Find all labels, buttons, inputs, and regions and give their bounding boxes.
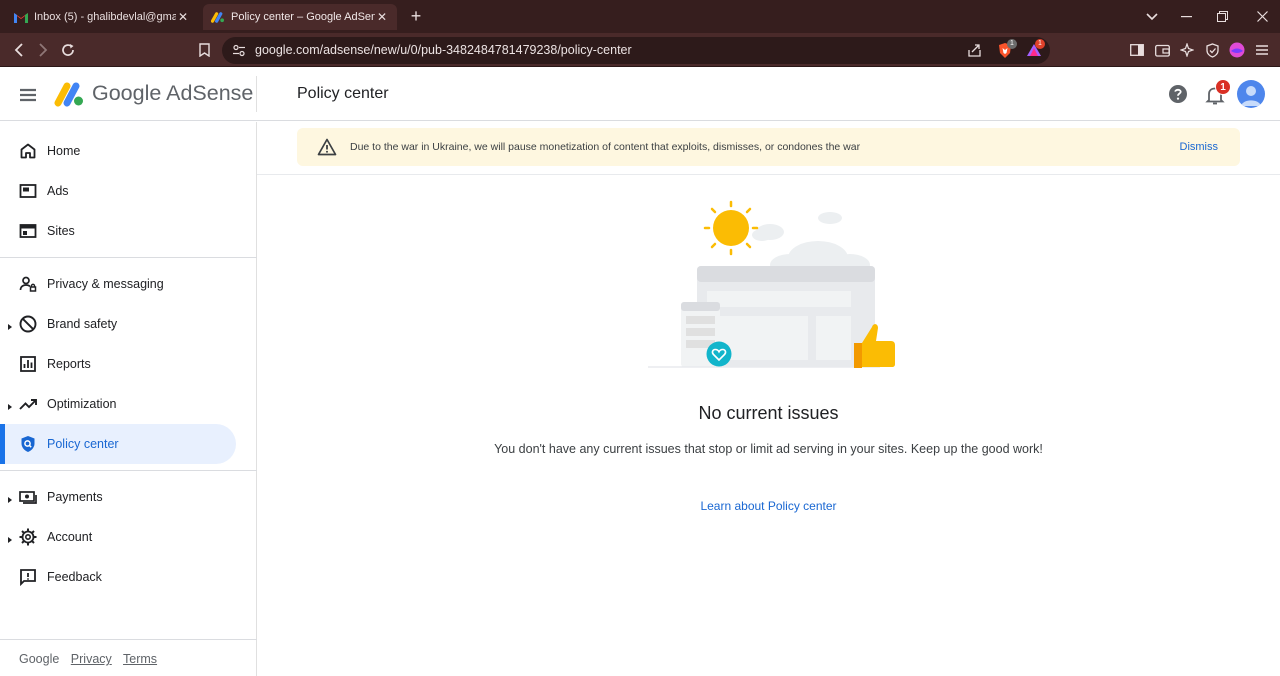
sidebar-item-reports[interactable]: Reports xyxy=(0,344,236,384)
brand-name: Google AdSense xyxy=(92,81,254,105)
tab-gmail[interactable]: Inbox (5) - ghalibdevlal@gmail.com ✕ xyxy=(6,4,198,30)
header-divider xyxy=(256,76,257,112)
vpn-shield-icon[interactable] xyxy=(1202,40,1222,60)
sidebar-item-policy-center[interactable]: Policy center xyxy=(0,424,236,464)
tab-title: Policy center – Google AdSense xyxy=(231,11,375,23)
sidebar-item-home[interactable]: Home xyxy=(0,131,236,171)
adsense-logo-icon xyxy=(211,10,225,24)
sidebar-item-label: Brand safety xyxy=(47,317,118,331)
empty-state-title: No current issues xyxy=(698,403,839,423)
no-issues-illustration xyxy=(640,195,910,375)
sidebar-divider xyxy=(0,470,257,471)
payments-icon xyxy=(18,487,38,507)
close-tab-icon[interactable]: ✕ xyxy=(375,10,389,24)
page-title: Policy center xyxy=(297,85,389,102)
notifications-badge: 1 xyxy=(1215,79,1231,95)
sidebar-item-label: Payments xyxy=(47,490,103,504)
main-menu-icon[interactable] xyxy=(17,84,39,106)
close-window-button[interactable] xyxy=(1244,0,1280,33)
back-icon[interactable] xyxy=(8,39,30,61)
banner-divider xyxy=(257,174,1280,175)
sidebar-footer: Google Privacy Terms xyxy=(19,652,165,666)
shield-icon xyxy=(18,434,38,454)
new-tab-button[interactable]: + xyxy=(406,6,426,26)
menu-icon[interactable] xyxy=(1252,40,1272,60)
sidebar-item-label: Policy center xyxy=(47,437,119,451)
sidebar-item-optimization[interactable]: Optimization xyxy=(0,384,236,424)
gmail-icon xyxy=(14,10,28,24)
home-icon xyxy=(18,141,38,161)
feedback-icon xyxy=(18,567,38,587)
sidebar-toggle-icon[interactable] xyxy=(1127,40,1147,60)
banner-message: Due to the war in Ukraine, we will pause… xyxy=(350,141,861,153)
ads-icon xyxy=(18,181,38,201)
sidebar-item-sites[interactable]: Sites xyxy=(0,211,236,251)
sidebar-divider xyxy=(0,257,257,258)
sidebar-item-label: Home xyxy=(47,144,81,158)
bookmark-icon[interactable] xyxy=(193,39,215,61)
reports-icon xyxy=(18,354,38,374)
sidebar-item-label: Sites xyxy=(47,224,75,238)
sites-icon xyxy=(18,221,38,241)
trending-icon xyxy=(18,394,38,414)
browser-toolbar: google.com/adsense/new/u/0/pub-348248478… xyxy=(0,33,1280,67)
sidebar-item-label: Ads xyxy=(47,184,69,198)
sidebar-item-payments[interactable]: Payments xyxy=(0,477,236,517)
leo-ai-icon[interactable] xyxy=(1177,40,1197,60)
app-header: Google AdSense Policy center 1 xyxy=(0,68,1280,121)
sidebar-item-ads[interactable]: Ads xyxy=(0,171,236,211)
tab-adsense[interactable]: Policy center – Google AdSense ✕ xyxy=(203,4,397,30)
sidebar-item-account[interactable]: Account xyxy=(0,517,236,557)
address-bar[interactable]: google.com/adsense/new/u/0/pub-348248478… xyxy=(222,37,1050,64)
browser-tab-strip: Inbox (5) - ghalibdevlal@gmail.com ✕ Pol… xyxy=(0,0,1280,33)
warning-banner: Due to the war in Ukraine, we will pause… xyxy=(297,128,1240,166)
sidebar-item-label: Privacy & messaging xyxy=(47,277,164,291)
expand-caret-icon xyxy=(7,532,13,543)
brave-badge: 1 xyxy=(1007,39,1017,49)
url-text: google.com/adsense/new/u/0/pub-348248478… xyxy=(255,43,632,57)
expand-caret-icon xyxy=(7,399,13,410)
footer-google: Google xyxy=(19,652,60,666)
reload-icon[interactable] xyxy=(57,39,79,61)
sidebar-item-label: Account xyxy=(47,530,93,544)
forward-icon[interactable] xyxy=(32,39,54,61)
site-info-icon[interactable] xyxy=(232,44,246,62)
warning-icon xyxy=(317,138,337,156)
sidebar-item-label: Reports xyxy=(47,357,91,371)
rewards-badge: 1 xyxy=(1035,39,1045,49)
learn-policy-center-link: Learn about Policy center xyxy=(257,499,1280,513)
terms-link[interactable]: Terms xyxy=(123,652,157,666)
sidebar-item-label: Optimization xyxy=(47,397,117,411)
close-tab-icon[interactable]: ✕ xyxy=(176,10,190,24)
wallet-icon[interactable] xyxy=(1152,40,1172,60)
tab-search-icon[interactable] xyxy=(1134,0,1170,33)
sidebar-divider xyxy=(0,639,257,640)
learn-link-text[interactable]: Learn about Policy center xyxy=(700,499,836,513)
avatar[interactable] xyxy=(1237,80,1265,108)
sidebar-item-label: Feedback xyxy=(47,570,102,584)
profile-icon[interactable] xyxy=(1227,40,1247,60)
share-icon[interactable] xyxy=(967,43,982,63)
sidebar-item-brand-safety[interactable]: Brand safety xyxy=(0,304,236,344)
tab-title: Inbox (5) - ghalibdevlal@gmail.com xyxy=(34,11,176,23)
gear-icon xyxy=(18,527,38,547)
empty-state-text: You don't have any current issues that s… xyxy=(494,442,1043,456)
expand-caret-icon xyxy=(7,492,13,503)
dismiss-button[interactable]: Dismiss xyxy=(1180,141,1219,153)
privacy-icon xyxy=(18,274,38,294)
privacy-link[interactable]: Privacy xyxy=(71,652,112,666)
sidebar-item-feedback[interactable]: Feedback xyxy=(0,557,236,597)
minimize-button[interactable] xyxy=(1168,0,1204,33)
help-icon[interactable] xyxy=(1168,84,1188,104)
sidebar-item-privacy-messaging[interactable]: Privacy & messaging xyxy=(0,264,236,304)
restore-button[interactable] xyxy=(1204,0,1240,33)
expand-caret-icon xyxy=(7,319,13,330)
sidebar: Home Ads Sites Privacy & messaging Brand… xyxy=(0,122,257,676)
block-icon xyxy=(18,314,38,334)
adsense-logo-icon xyxy=(54,80,84,108)
active-indicator xyxy=(0,424,5,464)
